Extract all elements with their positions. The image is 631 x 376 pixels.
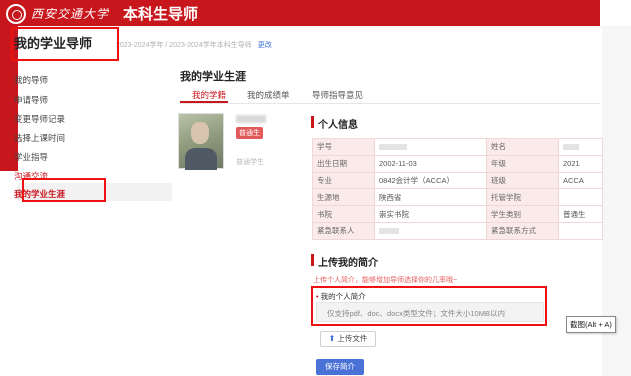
sidebar-item-my-tutor[interactable]: 我的导师 [14,74,48,86]
upload-file-label: 上传文件 [337,334,368,343]
tab-transcript[interactable]: 我的成绩单 [247,89,290,101]
sidebar-item-apply-tutor[interactable]: 申请导师 [14,94,48,106]
table-cell-label: 紧急联系方式 [486,221,559,240]
table-cell-label: 生源地 [312,188,375,207]
table-cell-value: 2021 [558,154,603,173]
screenshot-tooltip: 截图(Alt + A) [566,316,616,333]
table-cell-label: 紧急联系人 [312,221,375,240]
table-cell-label: 托管学院 [486,188,559,207]
redacted-value [379,144,407,151]
tabs-divider [180,103,600,104]
sidebar [18,61,172,376]
student-subtitle: 普通学生 [236,159,264,166]
section-marker [311,254,314,266]
highlight-box-page-title [11,27,119,61]
main-title: 我的学业生涯 [180,71,246,83]
highlight-box-my-career [22,178,106,202]
section-marker [311,116,314,128]
table-cell-value: 普通生 [558,205,603,223]
student-name-redacted [236,115,266,123]
table-row: 生源地 陕西省 托管学院 [312,188,603,207]
upload-file-button[interactable]: ⬆ 上传文件 [320,331,376,347]
table-cell-label: 书院 [312,205,375,223]
table-row: 出生日期 2002-11-03 年级 2021 [312,154,603,173]
student-type-badge: 普通生 [236,127,263,139]
table-cell-label: 班级 [486,171,559,190]
table-row: 书院 崇实书院 学生类别 普通生 [312,205,603,223]
sidebar-item-class-time[interactable]: 选择上课时间 [14,132,65,144]
top-bar: 西安交通大学 本科生导师 [0,0,600,26]
table-row: 学号 姓名 [312,138,603,156]
highlight-box-intro-field [311,286,547,326]
table-cell-value [374,138,487,156]
upload-arrow-icon: ⬆ [328,334,336,343]
university-logo[interactable]: 西安交通大学 本科生导师 [6,3,198,24]
personal-info-title: 个人信息 [318,120,358,131]
table-cell-label: 学号 [312,138,375,156]
table-cell-label: 学生类别 [486,205,559,223]
table-cell-value: ACCA [558,171,603,190]
university-emblem-icon [6,3,26,24]
table-cell-value [558,188,603,207]
tab-my-status[interactable]: 我的学籍 [192,89,226,101]
redacted-value [563,144,579,151]
system-name: 本科生导师 [123,6,199,23]
change-term-link[interactable]: 更改 [258,42,272,49]
breadcrumb-text: 2023-2024学年 / 2023-2024学年本科生导师 [116,42,252,49]
table-cell-value: 2002-11-03 [374,154,487,173]
sidebar-item-academic-guidance[interactable]: 学业指导 [14,151,48,163]
table-row: 专业 0842会计学（ACCA） 班级 ACCA [312,171,603,190]
table-cell-value: 0842会计学（ACCA） [374,171,487,190]
upload-hint: 上传个人简介，能够增加导师选择你的几率哦~ [313,277,458,284]
student-photo [178,113,224,170]
table-cell-value: 崇实书院 [374,205,487,223]
table-cell-label: 专业 [312,171,375,190]
table-cell-value: 陕西省 [374,188,487,207]
save-intro-button[interactable]: 保存简介 [316,359,364,375]
personal-info-table: 学号 姓名 出生日期 2002-11-03 年级 2021 专业 0842会计学… [312,138,603,240]
table-cell-label: 出生日期 [312,154,375,173]
table-row: 紧急联系人 紧急联系方式 [312,221,603,240]
table-cell-value [374,221,487,240]
breadcrumb: 2023-2024学年 / 2023-2024学年本科生导师 更改 [116,40,272,50]
table-cell-value [558,138,603,156]
table-cell-label: 姓名 [486,138,559,156]
sidebar-item-change-record[interactable]: 变更导师记录 [14,113,65,125]
tab-tutor-comments[interactable]: 导师指导意见 [312,89,363,101]
redacted-value [379,228,399,235]
upload-intro-title: 上传我的简介 [318,258,378,269]
university-name: 西安交通大学 [31,7,110,21]
table-cell-label: 年级 [486,154,559,173]
table-cell-value [558,221,603,240]
